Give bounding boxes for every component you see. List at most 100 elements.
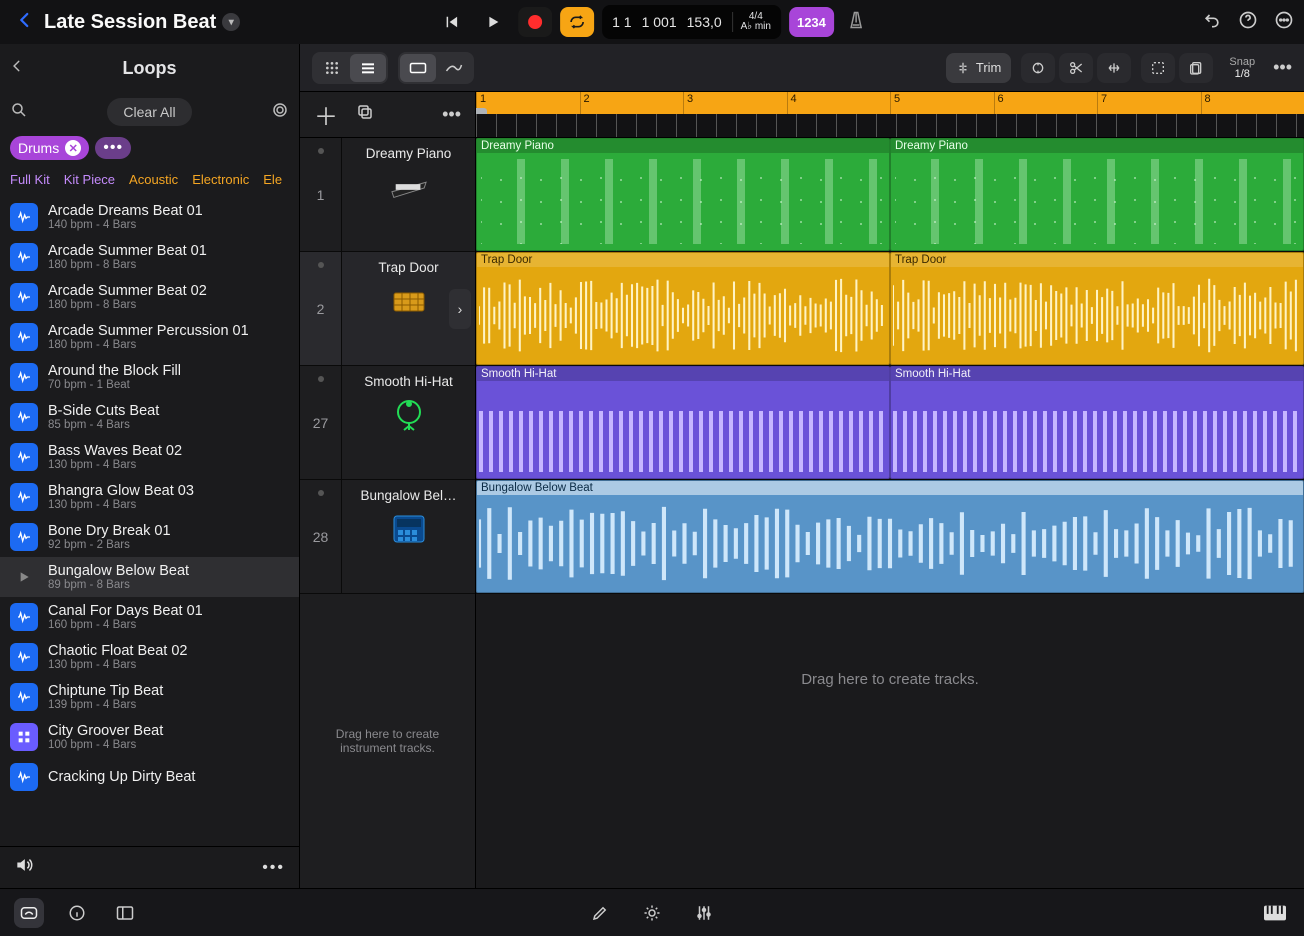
sub-filter-kit-piece[interactable]: Kit Piece	[64, 172, 115, 187]
loop-tool-button[interactable]	[1021, 53, 1055, 83]
drag-tracks-zone[interactable]: Drag here to create tracks.	[476, 594, 1304, 764]
loop-item[interactable]: Bungalow Below Beat89 bpm - 8 Bars	[0, 557, 299, 597]
loop-item[interactable]: Bone Dry Break 0192 bpm - 2 Bars	[0, 517, 299, 557]
track-number: 28	[300, 480, 342, 593]
loop-item[interactable]: Around the Block Fill70 bpm - 1 Beat	[0, 357, 299, 397]
loop-item[interactable]: Arcade Dreams Beat 01140 bpm - 4 Bars	[0, 197, 299, 237]
region-view-button[interactable]	[400, 54, 436, 82]
collection-button[interactable]	[271, 101, 289, 124]
mixer-button[interactable]	[689, 898, 719, 928]
timeline[interactable]: 12345678 Dreamy PianoDreamy PianoTrap Do…	[476, 92, 1304, 888]
sub-filter-acoustic[interactable]: Acoustic	[129, 172, 178, 187]
region-label: Trap Door	[891, 253, 1303, 267]
more-menu-button[interactable]	[1274, 10, 1294, 35]
loop-item[interactable]: Cracking Up Dirty Beat	[0, 757, 299, 797]
loop-item[interactable]: Bass Waves Beat 02130 bpm - 4 Bars	[0, 437, 299, 477]
ruler-bar[interactable]: 2	[580, 92, 684, 114]
project-title[interactable]: Late Session Beat ▾	[44, 11, 240, 34]
region[interactable]: Trap Door	[890, 252, 1304, 365]
marquee-tool-button[interactable]	[1141, 53, 1175, 83]
duplicate-track-button[interactable]	[356, 103, 374, 126]
workspace-more-button[interactable]: •••	[1273, 57, 1292, 78]
snap-display[interactable]: Snap 1/8	[1229, 56, 1255, 80]
remove-filter-icon[interactable]: ✕	[65, 140, 81, 156]
go-to-start-button[interactable]	[434, 7, 468, 37]
preview-volume-button[interactable]	[14, 855, 34, 880]
count-in-button[interactable]: 1234	[789, 7, 834, 37]
list-view-button[interactable]	[350, 54, 386, 82]
loop-list[interactable]: Arcade Dreams Beat 01140 bpm - 4 BarsArc…	[0, 197, 299, 846]
lcd-display[interactable]: 1 1 1 001 153,0 4/4 A♭ min	[602, 5, 781, 39]
keyboard-button[interactable]	[1260, 898, 1290, 928]
ruler-bar[interactable]: 3	[683, 92, 787, 114]
track-header[interactable]: 1Dreamy Piano	[300, 138, 475, 252]
record-button[interactable]	[518, 7, 552, 37]
stretch-tool-button[interactable]	[1097, 53, 1131, 83]
region-row[interactable]: Bungalow Below Beat	[476, 480, 1304, 594]
ruler-bar[interactable]: 6	[994, 92, 1098, 114]
undo-button[interactable]	[1202, 10, 1222, 35]
region-row[interactable]: Dreamy PianoDreamy Piano	[476, 138, 1304, 252]
sub-filter-electronic[interactable]: Electronic	[192, 172, 249, 187]
sub-filter-full-kit[interactable]: Full Kit	[10, 172, 50, 187]
ruler-bar[interactable]: 8	[1201, 92, 1304, 114]
loop-item[interactable]: Arcade Summer Percussion 01180 bpm - 4 B…	[0, 317, 299, 357]
loop-footer-more-button[interactable]: •••	[262, 859, 285, 877]
ruler-bar[interactable]: 1	[476, 92, 580, 114]
ruler-bar[interactable]: 4	[787, 92, 891, 114]
drag-instrument-zone[interactable]: Drag here to create instrument tracks.	[300, 594, 475, 888]
automation-view-button[interactable]	[436, 54, 472, 82]
loop-item[interactable]: Canal For Days Beat 01160 bpm - 4 Bars	[0, 597, 299, 637]
ruler-bar[interactable]: 5	[890, 92, 994, 114]
region[interactable]: Dreamy Piano	[890, 138, 1304, 251]
smart-controls-button[interactable]	[637, 898, 667, 928]
loop-item[interactable]: Arcade Summer Beat 01180 bpm - 8 Bars	[0, 237, 299, 277]
app-back-button[interactable]	[10, 7, 40, 38]
view-mode-segment	[312, 52, 388, 84]
play-button[interactable]	[476, 7, 510, 37]
add-track-button[interactable]: ＋	[314, 97, 338, 132]
library-toggle-button[interactable]	[110, 898, 140, 928]
loop-item[interactable]: B-Side Cuts Beat85 bpm - 4 Bars	[0, 397, 299, 437]
track-header[interactable]: 28Bungalow Bel…	[300, 480, 475, 594]
loop-item[interactable]: Chiptune Tip Beat139 bpm - 4 Bars	[0, 677, 299, 717]
loop-item[interactable]: Chaotic Float Beat 02130 bpm - 4 Bars	[0, 637, 299, 677]
metronome-button[interactable]	[842, 10, 870, 35]
bar-ruler[interactable]: 12345678	[476, 92, 1304, 114]
track-header-more-button[interactable]: •••	[442, 104, 461, 125]
help-button[interactable]	[1238, 10, 1258, 35]
loop-item-name: Arcade Summer Beat 01	[48, 243, 207, 259]
region[interactable]: Trap Door	[476, 252, 890, 365]
info-button[interactable]	[62, 898, 92, 928]
loop-item-meta: 92 bpm - 2 Bars	[48, 539, 171, 551]
loop-item[interactable]: Bhangra Glow Beat 03130 bpm - 4 Bars	[0, 477, 299, 517]
grid-view-button[interactable]	[314, 54, 350, 82]
track-header[interactable]: 2Trap Door›	[300, 252, 475, 366]
snap-value: 1/8	[1229, 68, 1255, 80]
loop-item[interactable]: City Groover Beat100 bpm - 4 Bars	[0, 717, 299, 757]
cycle-button[interactable]	[560, 7, 594, 37]
region-row[interactable]: Trap DoorTrap Door	[476, 252, 1304, 366]
loop-back-button[interactable]	[10, 57, 24, 80]
region[interactable]: Bungalow Below Beat	[476, 480, 1304, 593]
search-button[interactable]	[10, 101, 28, 124]
ruler-bar[interactable]: 7	[1097, 92, 1201, 114]
trim-tool-button[interactable]: Trim	[946, 53, 1012, 83]
region[interactable]: Dreamy Piano	[476, 138, 890, 251]
clipboard-tool-button[interactable]	[1179, 53, 1213, 83]
region[interactable]: Smooth Hi-Hat	[476, 366, 890, 479]
loop-item[interactable]: Arcade Summer Beat 02180 bpm - 8 Bars	[0, 277, 299, 317]
split-tool-button[interactable]	[1059, 53, 1093, 83]
browser-toggle-button[interactable]	[14, 898, 44, 928]
clear-all-button[interactable]: Clear All	[107, 98, 191, 126]
pencil-edit-button[interactable]	[585, 898, 615, 928]
transport-controls: 1 1 1 001 153,0 4/4 A♭ min 1234	[434, 5, 870, 39]
filter-pill-drums[interactable]: Drums ✕	[10, 136, 89, 160]
audio-loop-icon	[10, 603, 38, 631]
sub-filter-ele[interactable]: Ele	[263, 172, 282, 187]
region-row[interactable]: Smooth Hi-HatSmooth Hi-Hat	[476, 366, 1304, 480]
region[interactable]: Smooth Hi-Hat	[890, 366, 1304, 479]
track-disclosure-button[interactable]: ›	[449, 289, 471, 329]
track-header[interactable]: 27Smooth Hi-Hat	[300, 366, 475, 480]
filter-more-button[interactable]: •••	[95, 137, 131, 159]
